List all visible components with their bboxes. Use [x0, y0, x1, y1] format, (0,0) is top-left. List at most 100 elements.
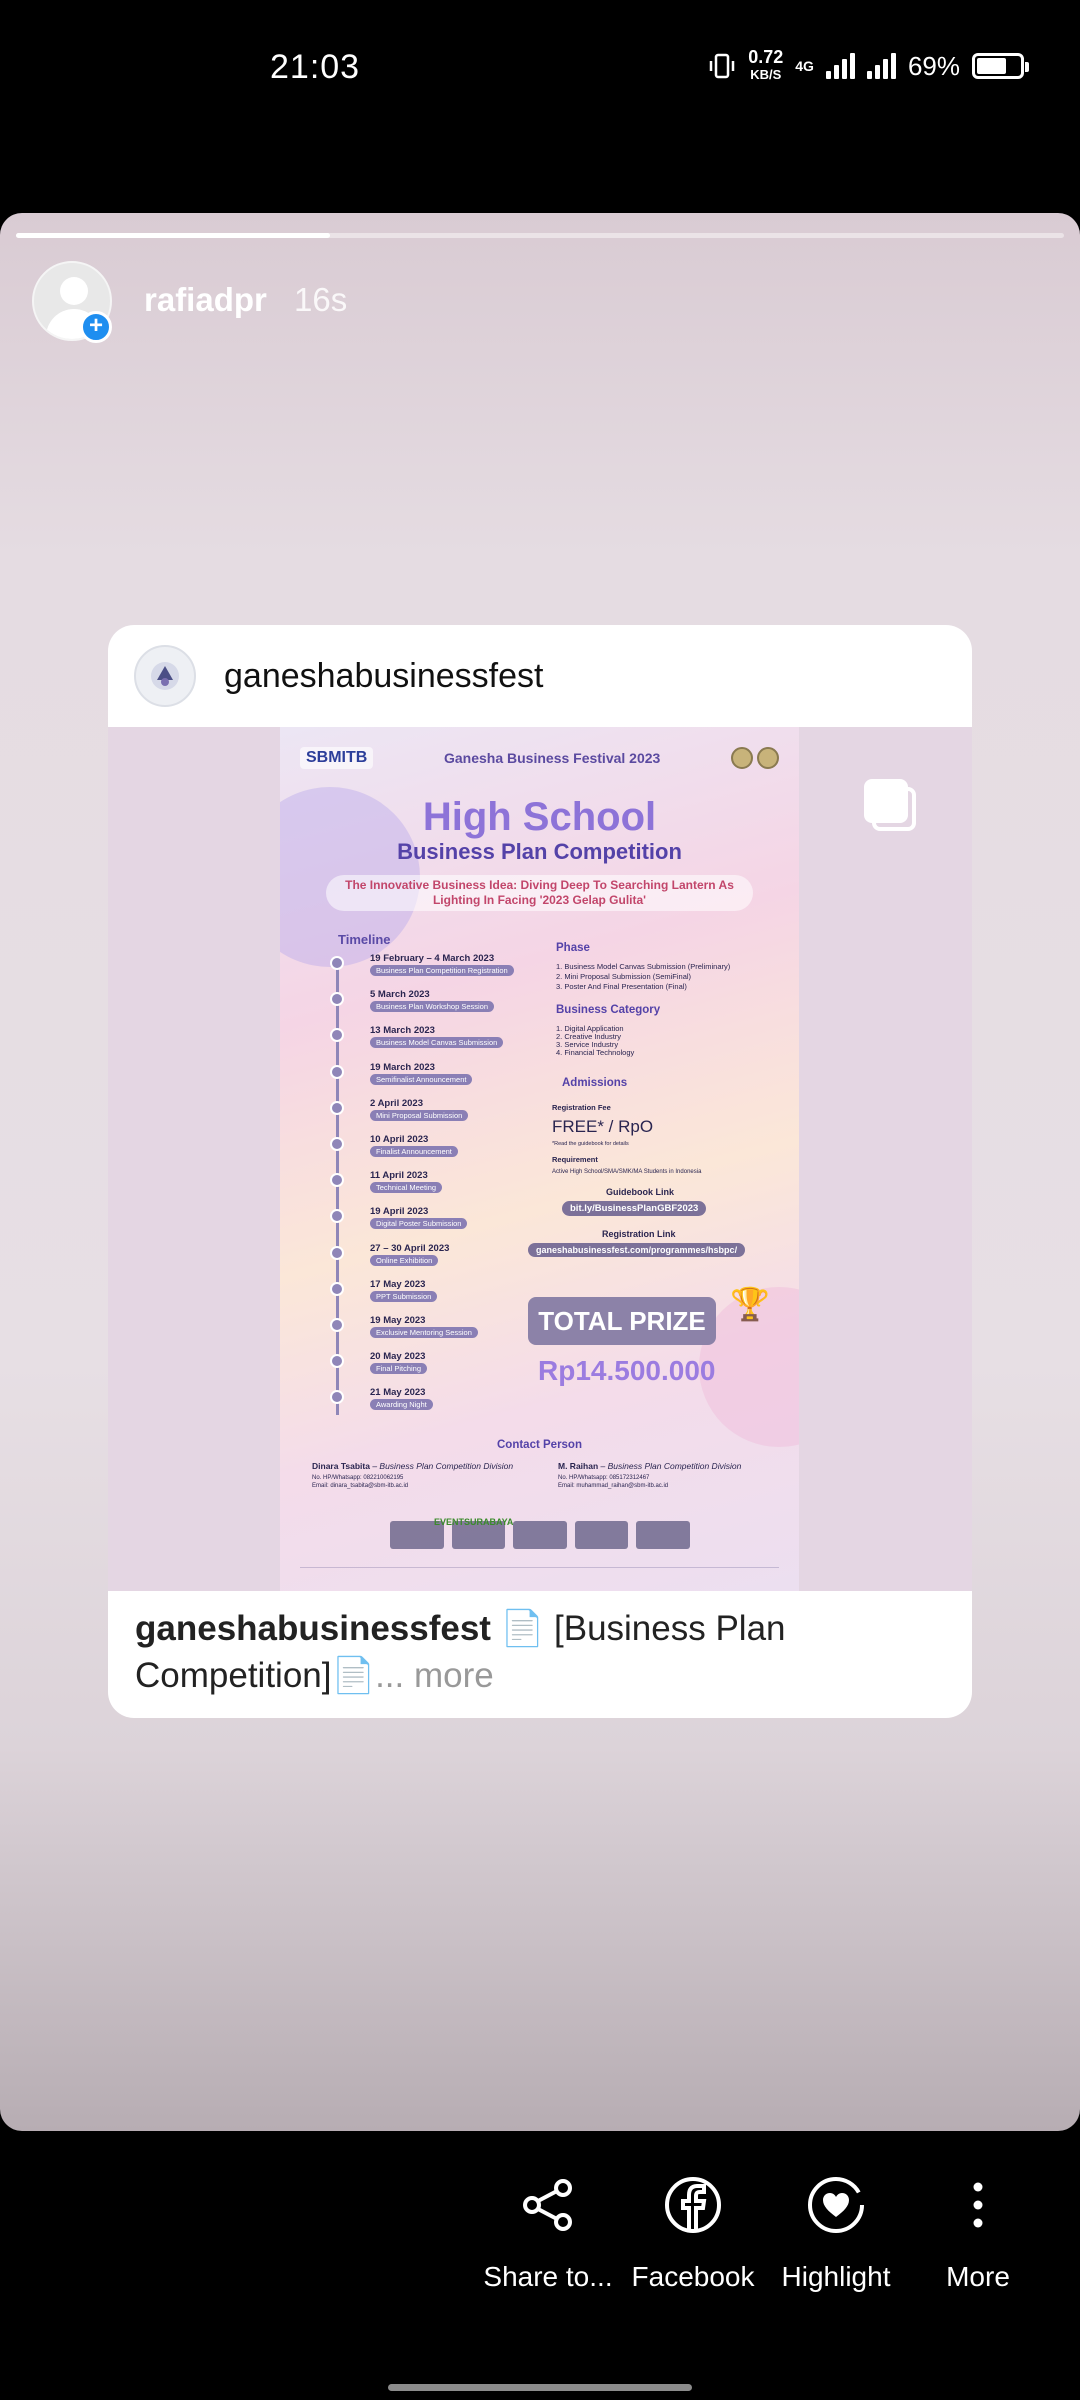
share-icon: [523, 2179, 572, 2231]
timeline-dot: [330, 1318, 344, 1332]
facebook-button[interactable]: Facebook: [618, 2165, 768, 2293]
contact-2-email: Email: muhammad_raihan@sbm-itb.ac.id: [558, 1483, 669, 1489]
registration-label: Registration Link: [602, 1229, 676, 1239]
poster-subtitle: Business Plan Competition: [397, 839, 682, 864]
add-icon[interactable]: +: [80, 311, 112, 343]
timeline-event: Online Exhibition: [370, 1254, 439, 1266]
facebook-label: Facebook: [631, 2261, 755, 2292]
post-header[interactable]: ganeshabusinessfest: [108, 625, 972, 727]
trophy-icon: 🏆: [730, 1286, 770, 1322]
timeline-date: 2 April 2023: [370, 1097, 423, 1109]
timeline-dot: [330, 1390, 344, 1405]
gbf-logo-icon: [151, 662, 179, 690]
timeline-date: 27 – 30 April 2023: [370, 1242, 450, 1254]
sbm-itb-logo: SBMITB: [300, 747, 374, 769]
phase-3: 3. Poster And Final Presentation (Final): [556, 982, 687, 991]
category-heading: Business Category: [556, 1004, 661, 1016]
share-button[interactable]: Share to...: [473, 2165, 623, 2293]
fee-note: *Read the guidebook for details: [552, 1141, 629, 1147]
caption-username[interactable]: ganeshabusinessfest: [135, 1609, 491, 1648]
timeline-date: 17 May 2023: [370, 1278, 426, 1290]
poster-theme: The Innovative Business Idea: Diving Dee…: [326, 875, 753, 911]
contact-1-email: Email: dinara_tsabita@sbm-itb.ac.id: [312, 1483, 409, 1489]
poster-footer: [300, 1567, 779, 1577]
timeline-event: Digital Poster Submission: [370, 1218, 468, 1230]
status-time: 21:03: [270, 48, 361, 86]
contact-2-name: M. Raihan: [558, 1461, 599, 1471]
status-bar: 21:03 0.72 KB/S 4G 69%: [0, 0, 1080, 140]
guidebook-label: Guidebook Link: [606, 1187, 675, 1197]
poster-festival: Ganesha Business Festival 2023: [443, 750, 661, 766]
guidebook-link: bit.ly/BusinessPlanGBF2023: [562, 1201, 707, 1216]
story-time: 16s: [294, 281, 348, 318]
highlight-icon: [808, 2177, 864, 2233]
story-actions-bar: Share to... Facebook Highlight More: [0, 2131, 1080, 2400]
signal-icon-2: [866, 53, 896, 79]
more-label: More: [946, 2261, 1010, 2292]
timeline-event: Technical Meeting: [370, 1182, 443, 1194]
fee-label: Registration Fee: [552, 1103, 611, 1112]
timeline-event: Business Plan Competition Registration: [370, 965, 514, 976]
timeline-dot: [330, 1281, 344, 1296]
carousel-icon: [864, 779, 916, 831]
contact-1-line: Dinara Tsabita – Business Plan Competiti…: [312, 1461, 513, 1471]
timeline-dot: [330, 1100, 344, 1115]
timeline-date: 19 March 2023: [370, 1061, 435, 1073]
contact-2-role: – Business Plan Competition Division: [598, 1461, 742, 1471]
timeline-event: Exclusive Mentoring Session: [370, 1327, 478, 1338]
requirement-label: Requirement: [552, 1155, 598, 1164]
net-speed: 0.72 KB/S: [748, 47, 784, 82]
timeline-dot: [330, 1137, 344, 1151]
facebook-icon: [665, 2177, 721, 2233]
admissions-heading: Admissions: [562, 1077, 628, 1089]
shared-post-card[interactable]: ganeshabusinessfest SBMITB Ganesha Busin…: [108, 625, 972, 1718]
contact-1-name: Dinara Tsabita: [312, 1461, 370, 1471]
requirement-value: Active High School/SMA/SMK/MA Students i…: [552, 1169, 702, 1175]
timeline-dot: [330, 956, 344, 970]
timeline-event: Awarding Night: [370, 1399, 433, 1411]
network-type: 4G: [795, 58, 814, 74]
contact-1-role: – Business Plan Competition Division: [369, 1461, 514, 1471]
timeline-event: Semifinalist Announcement: [370, 1073, 473, 1085]
status-icons: 0.72 KB/S 4G 69%: [708, 47, 1029, 84]
timeline-event: Business Model Canvas Submission: [370, 1037, 504, 1049]
timeline-date: 21 May 2023: [370, 1387, 426, 1399]
timeline-date: 19 May 2023: [370, 1315, 426, 1326]
timeline-dot: [330, 1173, 344, 1188]
timeline-event: Finalist Announcement: [370, 1146, 458, 1157]
home-indicator[interactable]: [388, 2384, 692, 2391]
post-caption[interactable]: ganeshabusinessfest 📄 [Business Plan Com…: [135, 1591, 945, 1699]
timeline-event: PPT Submission: [370, 1290, 438, 1302]
highlight-button[interactable]: Highlight: [761, 2165, 911, 2293]
timeline-event: Mini Proposal Submission: [370, 1109, 469, 1121]
timeline-dot: [330, 1209, 344, 1224]
timeline-dot: [330, 1245, 344, 1260]
timeline-heading: Timeline: [338, 932, 391, 947]
story-progress-bar: [16, 233, 1064, 238]
caption-more-link[interactable]: ... more: [375, 1656, 494, 1695]
more-vertical-icon: [973, 2182, 983, 2228]
competition-poster: SBMITB Ganesha Business Festival 2023 Hi…: [280, 727, 799, 1591]
timeline-date: 19 April 2023: [370, 1206, 429, 1218]
timeline-event: Business Plan Workshop Session: [370, 1001, 495, 1013]
battery-icon: [972, 53, 1029, 79]
highlight-label: Highlight: [781, 2261, 891, 2292]
more-button[interactable]: More: [903, 2165, 1053, 2293]
story-username[interactable]: rafiadpr: [144, 281, 267, 319]
registration-link: ganeshabusinessfest.com/programmes/hsbpc…: [528, 1243, 746, 1257]
poster-seals: [730, 747, 779, 769]
timeline-event: Final Pitching: [370, 1363, 428, 1375]
contact-2-line: M. Raihan – Business Plan Competition Di…: [558, 1461, 741, 1471]
timeline-date: 11 April 2023: [370, 1170, 428, 1182]
share-label: Share to...: [483, 2261, 613, 2292]
timeline-dot: [330, 1064, 344, 1079]
total-prize-amount: Rp14.500.000: [538, 1355, 716, 1386]
post-account-name[interactable]: ganeshabusinessfest: [224, 657, 543, 696]
vibrate-icon: [709, 53, 735, 79]
story-viewer[interactable]: + rafiadpr 16s ganeshabusinessfest SBMIT…: [0, 213, 1080, 2131]
sponsor-text: EVENTSURABAYA: [434, 1517, 514, 1527]
post-image[interactable]: SBMITB Ganesha Business Festival 2023 Hi…: [108, 727, 972, 1591]
timeline-dot: [330, 1028, 344, 1043]
timeline-date: 13 March 2023: [370, 1025, 435, 1037]
timeline-date: 10 April 2023: [370, 1134, 429, 1145]
